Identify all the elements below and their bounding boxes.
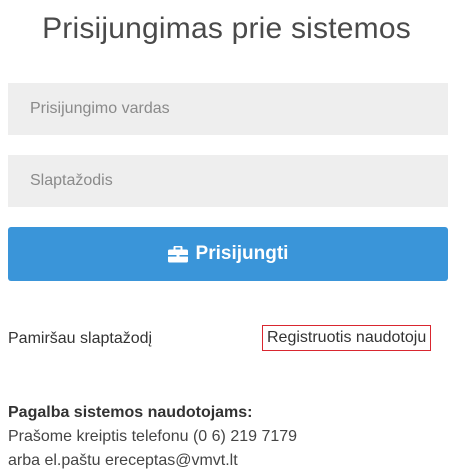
help-title: Pagalba sistemos naudotojams:	[8, 404, 253, 421]
help-section: Pagalba sistemos naudotojams: Prašome kr…	[8, 401, 297, 469]
help-email-text: arba el.paštu ereceptas@vmvt.lt	[8, 452, 238, 469]
briefcase-icon	[167, 245, 188, 263]
help-phone-text: Prašome kreiptis telefonu (0 6) 219 7179	[8, 428, 298, 445]
page-title: Prisijungimas prie sistemos	[42, 12, 411, 45]
username-input[interactable]	[8, 83, 448, 135]
password-input[interactable]	[8, 155, 448, 207]
login-button[interactable]: Prisijungti	[8, 227, 448, 281]
register-link[interactable]: Registruotis naudotoju	[262, 325, 432, 351]
login-button-label: Prisijungti	[195, 243, 289, 264]
login-page: Prisijungimas prie sistemos Prisijungti …	[0, 0, 453, 469]
forgot-password-link[interactable]: Pamiršau slaptažodį	[8, 330, 152, 348]
